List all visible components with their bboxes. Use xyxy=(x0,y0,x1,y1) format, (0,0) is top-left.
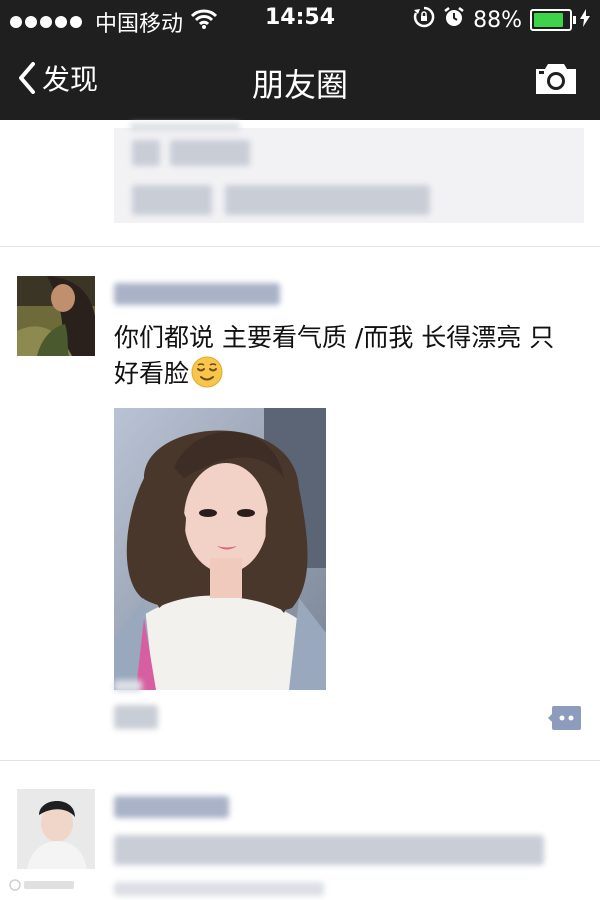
post-text: 你们都说 主要看气质 /而我 长得漂亮 只好看脸 xyxy=(114,320,574,398)
top-bars: 中国移动 14:54 88% 发现 朋友圈 xyxy=(0,0,600,120)
battery-percent: 88% xyxy=(473,7,522,33)
post-divider xyxy=(0,246,600,247)
blurred-text xyxy=(132,185,212,215)
battery-icon xyxy=(530,9,576,31)
post-timestamp xyxy=(114,705,158,729)
author-name[interactable] xyxy=(114,796,229,818)
rotation-lock-icon xyxy=(413,6,435,34)
post-divider xyxy=(0,760,600,761)
author-name[interactable] xyxy=(114,283,280,305)
blurred-text xyxy=(225,185,430,215)
relieved-face-icon xyxy=(191,356,223,398)
watermark xyxy=(8,878,78,895)
post-body: 你们都说 主要看气质 /而我 长得漂亮 只好看脸 xyxy=(114,323,555,388)
comment-button[interactable] xyxy=(548,705,582,731)
blurred-text xyxy=(114,835,544,865)
blurred-text xyxy=(130,123,240,131)
blurred-text xyxy=(170,140,250,166)
blurred-text xyxy=(114,882,324,896)
charging-bolt-icon xyxy=(580,8,590,32)
avatar[interactable] xyxy=(17,789,95,869)
blurred-text xyxy=(114,680,142,692)
alarm-icon xyxy=(443,6,465,34)
avatar[interactable] xyxy=(17,276,95,356)
navigation-bar: 发现 朋友圈 xyxy=(0,40,600,120)
camera-icon[interactable] xyxy=(534,60,578,100)
post-photo[interactable] xyxy=(114,408,326,690)
page-title: 朋友圈 xyxy=(251,66,348,104)
status-bar: 中国移动 14:54 88% xyxy=(0,0,600,40)
blurred-text xyxy=(132,140,160,166)
